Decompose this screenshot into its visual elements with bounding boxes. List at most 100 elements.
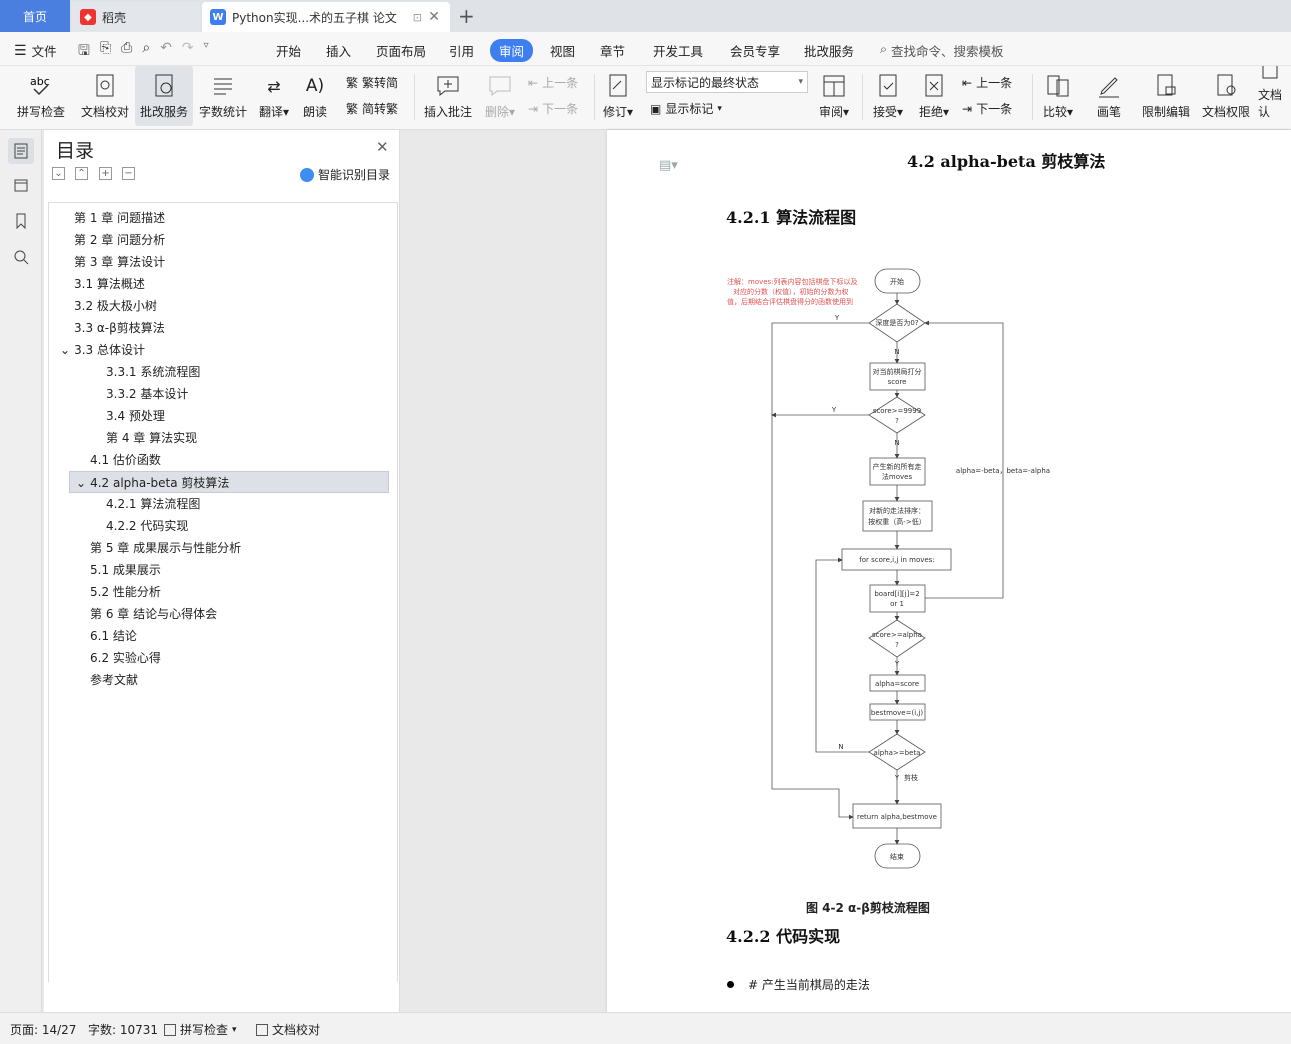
track-changes-button[interactable]: 修订▾	[598, 66, 638, 126]
print-icon[interactable]: ⎙	[121, 40, 132, 64]
tab-home[interactable]: 首页	[0, 0, 70, 32]
add-tab-button[interactable]: +	[458, 4, 475, 28]
menu-chapter[interactable]: 章节	[600, 41, 625, 60]
prev-change-button[interactable]: ⇤ 上一条	[962, 74, 1012, 91]
spell-check-icon: abc	[28, 73, 54, 99]
bookmark-icon[interactable]	[8, 208, 34, 234]
collapse-all-icon[interactable]: ⌄	[52, 167, 65, 180]
save-icon[interactable]: 🖫	[78, 40, 90, 64]
redo-icon[interactable]: ↷	[182, 40, 194, 64]
track-changes-label: 修订	[602, 105, 627, 119]
search-box[interactable]: ⌕ 查找命令、搜索模板	[880, 41, 1004, 60]
show-markup-button[interactable]: ▣ 显示标记 ▾	[650, 100, 722, 117]
toc-item-selected[interactable]: ⌄ 4.2 alpha-beta 剪枝算法	[69, 471, 389, 493]
menu-view[interactable]: 视图	[550, 41, 575, 60]
plus-icon[interactable]: +	[99, 167, 112, 180]
toc-item[interactable]: 第 5 章 成果展示与性能分析	[90, 537, 241, 559]
flow-alpha-check-label: score>=alpha	[872, 631, 922, 639]
flow-start-label: 开始	[890, 277, 904, 286]
toc-item[interactable]: 6.1 结论	[90, 625, 137, 647]
word-count-indicator[interactable]: 字数: 10731	[88, 1021, 158, 1038]
page-indicator[interactable]: 页面: 14/27	[10, 1021, 76, 1038]
flow-prune-label: 剪枝	[904, 773, 918, 782]
tab-document[interactable]: W Python实现...术的五子棋 论文 ⊡ ✕	[202, 2, 450, 32]
pen-button[interactable]: 画笔	[1090, 66, 1128, 126]
menu-correction[interactable]: 批改服务	[804, 41, 854, 60]
close-icon[interactable]: ✕	[376, 138, 389, 156]
flow-gen-label: 产生新的所有走	[873, 462, 922, 471]
toc-item[interactable]: 6.2 实验心得	[90, 647, 161, 669]
menu-start[interactable]: 开始	[276, 41, 301, 60]
file-menu[interactable]: ☰ 文件	[14, 41, 57, 60]
compare-button[interactable]: 比较▾	[1038, 66, 1078, 126]
minus-icon[interactable]: −	[122, 167, 135, 180]
next-change-button[interactable]: ⇥ 下一条	[962, 100, 1012, 117]
toc-item[interactable]: 5.2 性能分析	[90, 581, 161, 603]
pin-icon[interactable]: ⊡	[413, 11, 422, 24]
toc-item[interactable]: 3.3 α-β剪枝算法	[74, 317, 165, 339]
close-icon[interactable]: ✕	[428, 9, 440, 25]
toc-item[interactable]: 3.3.2 基本设计	[106, 383, 188, 405]
toc-item[interactable]: 4.1 估价函数	[90, 449, 161, 471]
trad-to-simp-button[interactable]: 繁繁转简	[346, 74, 398, 91]
toc-item[interactable]: 第 2 章 问题分析	[74, 229, 165, 251]
flow-yes-label: Y	[831, 406, 837, 414]
page-menu-icon[interactable]: ▤▾	[659, 158, 678, 173]
review-pane-button[interactable]: 审阅▾	[814, 66, 854, 126]
chevron-down-icon[interactable]: ▿	[204, 40, 209, 64]
menu-review[interactable]: 审阅	[490, 39, 534, 62]
word-count-button[interactable]: 字数统计	[196, 66, 250, 126]
insert-comment-button[interactable]: 插入批注	[420, 66, 476, 126]
export-icon[interactable]: ⎘	[100, 40, 111, 64]
menu-member[interactable]: 会员专享	[730, 41, 780, 60]
toc-item[interactable]: ⌄ 3.3 总体设计	[60, 339, 145, 361]
preview-icon[interactable]: ⌕	[142, 40, 150, 64]
search-icon[interactable]	[8, 244, 34, 270]
menu-layout[interactable]: 页面布局	[376, 41, 426, 60]
prev-comment-button[interactable]: ⇤ 上一条	[528, 74, 578, 91]
toc-item[interactable]: 参考文献	[90, 669, 138, 691]
delete-comment-button[interactable]: 删除▾	[480, 66, 520, 126]
read-aloud-button[interactable]: A) 朗读	[298, 66, 332, 126]
tab-daoke[interactable]: ◆ 稻壳	[72, 2, 200, 32]
proofread-status[interactable]: 文档校对	[256, 1021, 320, 1038]
restrict-editing-button[interactable]: 限制编辑	[1138, 66, 1194, 126]
correction-icon	[151, 73, 177, 99]
toc-nav-icon[interactable]	[8, 138, 34, 164]
proofread-button[interactable]: 文档校对	[78, 66, 132, 126]
flow-evaluate-label: 对当前棋局打分	[873, 367, 922, 376]
accept-button[interactable]: 接受▾	[868, 66, 908, 126]
translate-button[interactable]: ⇄ 翻译▾	[254, 66, 294, 126]
toc-item[interactable]: 3.2 极大极小树	[74, 295, 157, 317]
doc-cert-button[interactable]: 文档认	[1258, 66, 1291, 126]
chapter-nav-icon[interactable]	[8, 172, 34, 198]
spell-check-button[interactable]: abc 拼写检查	[10, 66, 72, 126]
next-comment-button[interactable]: ⇥ 下一条	[528, 100, 578, 117]
correction-service-button[interactable]: 批改服务	[135, 66, 193, 126]
doc-permission-button[interactable]: 文档权限	[1198, 66, 1254, 126]
chevron-down-icon[interactable]: ⌄	[76, 476, 86, 490]
menu-devtools[interactable]: 开发工具	[653, 41, 703, 60]
markup-state-select[interactable]: 显示标记的最终状态 ▾	[646, 71, 808, 93]
spell-check-status[interactable]: 拼写检查 ▾	[164, 1021, 237, 1038]
toc-item[interactable]: 第 6 章 结论与心得体会	[90, 603, 217, 625]
menu-insert[interactable]: 插入	[326, 41, 351, 60]
simp-to-trad-button[interactable]: 繁简转繁	[346, 100, 398, 117]
toc-item[interactable]: 4.2.2 代码实现	[106, 515, 188, 537]
toc-item[interactable]: 3.4 预处理	[106, 405, 165, 427]
toc-item[interactable]: 第 3 章 算法设计	[74, 251, 165, 273]
toc-item[interactable]: 3.1 算法概述	[74, 273, 145, 295]
toc-item[interactable]: 5.1 成果展示	[90, 559, 161, 581]
toc-item[interactable]: 3.3.1 系统流程图	[106, 361, 200, 383]
chevron-down-icon[interactable]: ⌄	[60, 343, 70, 357]
toc-item[interactable]: 4.2.1 算法流程图	[106, 493, 200, 515]
undo-icon[interactable]: ↶	[160, 40, 172, 64]
expand-all-icon[interactable]: ⌃	[75, 167, 88, 180]
markup-state-value: 显示标记的最终状态	[651, 75, 760, 90]
toc-item[interactable]: 第 4 章 算法实现	[106, 427, 197, 449]
menu-reference[interactable]: 引用	[449, 41, 474, 60]
smart-toc-button[interactable]: 智能识别目录	[300, 166, 390, 183]
toc-item[interactable]: 第 1 章 问题描述	[74, 207, 165, 229]
prev-change-icon: ⇤	[962, 75, 973, 90]
reject-button[interactable]: 拒绝▾	[914, 66, 954, 126]
